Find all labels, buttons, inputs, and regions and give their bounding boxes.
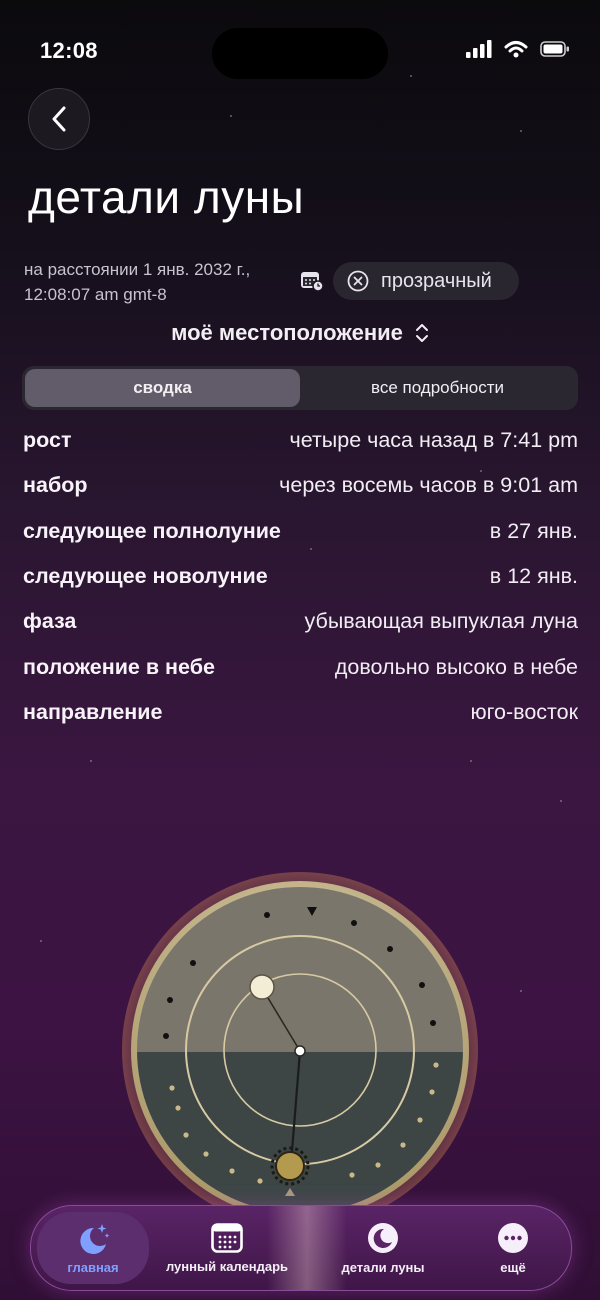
signal-icon bbox=[466, 40, 492, 58]
info-label: фаза bbox=[23, 609, 77, 634]
info-value: четыре часа назад в 7:41 pm bbox=[289, 428, 578, 453]
dial-center bbox=[294, 1045, 306, 1057]
calendar-clock-icon bbox=[301, 272, 324, 292]
tab-moon-details[interactable]: детали луны bbox=[305, 1212, 461, 1284]
distance-date: на расстоянии 1 янв. 2032 г., bbox=[24, 260, 251, 279]
info-label: следующее полнолуние bbox=[23, 518, 281, 543]
visibility-label: прозрачный bbox=[381, 269, 492, 292]
tab-more[interactable]: ещё bbox=[461, 1212, 565, 1284]
info-value: в 27 янв. bbox=[489, 518, 578, 543]
chevron-left-icon bbox=[52, 106, 66, 132]
moon-position-dial bbox=[122, 872, 478, 1228]
tab-label: ещё bbox=[500, 1259, 526, 1275]
distance-info: на расстоянии 1 янв. 2032 г., 12:08:07 a… bbox=[24, 257, 250, 307]
status-time: 12:08 bbox=[40, 38, 98, 63]
moon-icon bbox=[368, 1222, 398, 1253]
status-bar: 12:08 bbox=[0, 0, 600, 100]
location-label: моё местоположение bbox=[171, 320, 403, 345]
segment-summary[interactable]: сводка bbox=[25, 369, 300, 407]
moon-stars-icon bbox=[80, 1223, 110, 1254]
info-label: следующее новолуние bbox=[23, 564, 268, 589]
info-value: юго-восток bbox=[470, 699, 578, 724]
visibility-pill[interactable]: прозрачный bbox=[333, 262, 519, 300]
moon-info-list: рост четыре часа назад в 7:41 pm набор ч… bbox=[23, 418, 578, 735]
tab-lunar-calendar[interactable]: лунный календарь bbox=[149, 1212, 305, 1284]
tab-home[interactable]: главная bbox=[37, 1212, 149, 1284]
dial-sky bbox=[137, 887, 463, 1052]
tab-label: детали луны bbox=[341, 1259, 425, 1275]
battery-icon bbox=[540, 41, 569, 57]
more-icon bbox=[498, 1222, 528, 1253]
bottom-tab-bar: главная лунный календарь детали луны ещё bbox=[30, 1205, 572, 1291]
status-icons bbox=[466, 40, 570, 58]
dial-ground bbox=[137, 1052, 463, 1213]
info-value: убывающая выпуклая луна bbox=[304, 609, 578, 634]
info-label: положение в небе bbox=[23, 654, 215, 679]
info-row-rise: рост четыре часа назад в 7:41 pm bbox=[23, 418, 578, 463]
wifi-icon bbox=[504, 41, 528, 58]
segment-all-details[interactable]: все подробности bbox=[300, 369, 575, 407]
moon-marker bbox=[249, 974, 275, 1000]
tab-label: главная bbox=[67, 1259, 119, 1275]
dynamic-island bbox=[212, 28, 388, 79]
info-row-sky-position: положение в небе довольно высоко в небе bbox=[23, 644, 578, 689]
close-circle-icon bbox=[347, 270, 369, 292]
page-title: детали луны bbox=[28, 171, 305, 223]
info-value: в 12 янв. bbox=[489, 564, 578, 589]
info-row-direction: направление юго-восток bbox=[23, 690, 578, 735]
view-segmented-control: сводка все подробности bbox=[22, 366, 578, 410]
info-label: направление bbox=[23, 699, 163, 724]
location-selector[interactable]: моё местоположение bbox=[0, 320, 600, 346]
info-label: рост bbox=[23, 428, 72, 453]
info-value: через восемь часов в 9:01 am bbox=[279, 473, 578, 498]
info-row-phase: фаза убывающая выпуклая луна bbox=[23, 599, 578, 644]
info-row-set: набор через восемь часов в 9:01 am bbox=[23, 463, 578, 508]
info-row-next-full-moon: следующее полнолуние в 27 янв. bbox=[23, 509, 578, 554]
calendar-icon bbox=[211, 1222, 243, 1253]
info-label: набор bbox=[23, 473, 88, 498]
tab-label: лунный календарь bbox=[165, 1258, 289, 1274]
distance-time: 12:08:07 am gmt-8 bbox=[24, 285, 167, 304]
date-picker-button[interactable] bbox=[300, 270, 324, 292]
info-row-next-new-moon: следующее новолуние в 12 янв. bbox=[23, 554, 578, 599]
back-button[interactable] bbox=[28, 88, 90, 150]
info-value: довольно высоко в небе bbox=[334, 654, 578, 679]
chevron-up-down-icon bbox=[415, 324, 428, 342]
